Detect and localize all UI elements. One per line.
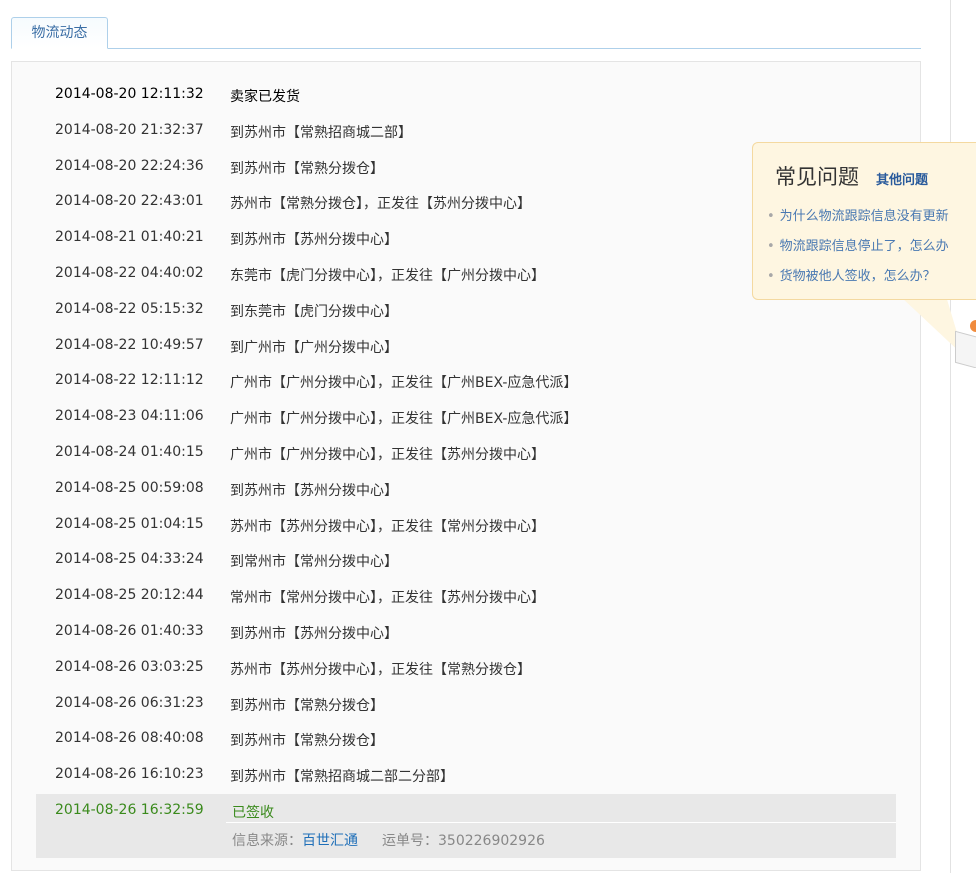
tracking-time: 2014-08-22 10:49:57 — [55, 336, 204, 353]
tracking-row: 2014-08-25 01:04:15 苏州市【苏州分拨中心】，正发往【常州分拨中… — [12, 507, 920, 543]
faq-list: • 为什么物流跟踪信息没有更新 • 物流跟踪信息停止了，怎么办 • 货物被他人签收，怎… — [767, 205, 949, 295]
tracking-time: 2014-08-22 04:40:02 — [55, 264, 204, 281]
signed-status: 已签收 — [232, 805, 274, 821]
tracking-desc: 到苏州市【常熟招商城二部二分部】 — [230, 769, 454, 786]
tracking-time: 2014-08-23 04:11:06 — [55, 408, 204, 425]
tracking-desc: 苏州市【苏州分拨中心】，正发往【常熟分拨仓】 — [230, 661, 531, 678]
bullet-icon: • — [767, 209, 775, 224]
tracking-desc: 到苏州市【苏州分拨中心】 — [230, 625, 398, 642]
tracking-desc: 常州市【常州分拨中心】，正发往【苏州分拨中心】 — [230, 590, 545, 607]
tracking-desc: 到常州市【常州分拨中心】 — [230, 554, 398, 571]
signed-time: 2014-08-26 16:32:59 — [55, 802, 204, 818]
tracking-time: 2014-08-26 06:31:23 — [55, 694, 204, 711]
waybill-number: 350226902926 — [438, 833, 545, 849]
tab-logistics[interactable]: 物流动态 — [11, 17, 108, 49]
tracking-desc: 到东莞市【虎门分拨中心】 — [230, 303, 398, 320]
bullet-icon: • — [767, 269, 775, 284]
tracking-row: 2014-08-25 00:59:08 到苏州市【苏州分拨中心】 — [12, 471, 920, 507]
tracking-time: 2014-08-25 00:59:08 — [55, 479, 204, 496]
mascot-icon — [955, 320, 976, 368]
faq-more-link[interactable]: 其他问题 — [876, 169, 928, 188]
tracking-row: 2014-08-26 03:03:25 苏州市【苏州分拨中心】，正发往【常熟分拨仓… — [12, 650, 920, 686]
tracking-row: 2014-08-23 04:11:06 广州市【广州分拨中心】，正发往【广州BEX… — [12, 399, 920, 435]
tracking-desc: 到苏州市【常熟分拨仓】 — [230, 160, 384, 177]
tracking-row: 2014-08-22 10:49:57 到广州市【广州分拨中心】 — [12, 328, 920, 364]
tracking-time: 2014-08-25 01:04:15 — [55, 515, 204, 532]
tracking-time: 2014-08-20 22:43:01 — [55, 193, 204, 210]
tracking-row: 2014-08-22 12:11:12 广州市【广州分拨中心】，正发往【广州BEX… — [12, 363, 920, 399]
tracking-desc: 苏州市【苏州分拨中心】，正发往【常州分拨中心】 — [230, 518, 545, 535]
tracking-desc: 到苏州市【常熟分拨仓】 — [230, 697, 384, 714]
tracking-time: 2014-08-20 21:32:37 — [55, 121, 204, 138]
tracking-time: 2014-08-24 01:40:15 — [55, 443, 204, 460]
tracking-desc: 东莞市【虎门分拨中心】，正发往【广州分拨中心】 — [230, 267, 545, 284]
tracking-time: 2014-08-26 08:40:08 — [55, 730, 204, 747]
tracking-row: 2014-08-26 06:31:23 到苏州市【常熟分拨仓】 — [12, 686, 920, 722]
signed-divider — [226, 822, 896, 823]
tracking-row: 2014-08-25 20:12:44 常州市【常州分拨中心】，正发往【苏州分拨中… — [12, 578, 920, 614]
tracking-time: 2014-08-25 04:33:24 — [55, 551, 204, 568]
tracking-row: 2014-08-25 04:33:24 到常州市【常州分拨中心】 — [12, 542, 920, 578]
source-label: 信息来源： — [232, 833, 302, 849]
waybill-label: 运单号： — [382, 833, 438, 849]
tracking-time: 2014-08-25 20:12:44 — [55, 587, 204, 604]
tracking-desc: 到苏州市【苏州分拨中心】 — [230, 232, 398, 249]
faq-item[interactable]: • 为什么物流跟踪信息没有更新 — [767, 205, 949, 235]
tracking-row: 2014-08-26 16:10:23 到苏州市【常熟招商城二部二分部】 — [12, 757, 920, 793]
tab-bar: 物流动态 — [11, 17, 921, 49]
bullet-icon: • — [767, 239, 775, 254]
signed-row: 2014-08-26 16:32:59 已签收 信息来源：百世汇通 运单号：350… — [36, 794, 896, 858]
tracking-row: 2014-08-26 08:40:08 到苏州市【常熟分拨仓】 — [12, 721, 920, 757]
tracking-time: 2014-08-26 01:40:33 — [55, 622, 204, 639]
tracking-time: 2014-08-20 12:11:32 — [55, 86, 204, 102]
tracking-desc: 广州市【广州分拨中心】，正发往【广州BEX-应急代派】 — [230, 411, 578, 428]
faq-box: 常见问题 其他问题 • 为什么物流跟踪信息没有更新 • 物流跟踪信息停止了，怎么办 … — [752, 142, 976, 300]
tracking-time: 2014-08-26 16:10:23 — [55, 766, 204, 783]
tracking-desc: 苏州市【常熟分拨仓】，正发往【苏州分拨中心】 — [230, 196, 531, 213]
tracking-desc: 到苏州市【苏州分拨中心】 — [230, 482, 398, 499]
tracking-time: 2014-08-21 01:40:21 — [55, 229, 204, 246]
tracking-desc: 广州市【广州分拨中心】，正发往【苏州分拨中心】 — [230, 446, 545, 463]
tracking-time: 2014-08-22 05:15:32 — [55, 300, 204, 317]
signed-meta: 信息来源：百世汇通 运单号：350226902926 — [232, 830, 545, 850]
tracking-desc: 到苏州市【常熟分拨仓】 — [230, 733, 384, 750]
tracking-time: 2014-08-26 03:03:25 — [55, 658, 204, 675]
faq-title: 常见问题 — [775, 165, 859, 189]
tracking-row: 2014-08-26 01:40:33 到苏州市【苏州分拨中心】 — [12, 614, 920, 650]
tracking-desc: 卖家已发货 — [230, 89, 300, 105]
tracking-row: 2014-08-24 01:40:15 广州市【广州分拨中心】，正发往【苏州分拨中… — [12, 435, 920, 471]
side-divider — [950, 0, 951, 873]
tracking-time: 2014-08-20 22:24:36 — [55, 157, 204, 174]
tracking-row: 2014-08-20 12:11:32 卖家已发货 — [12, 77, 920, 113]
tracking-desc: 广州市【广州分拨中心】，正发往【广州BEX-应急代派】 — [230, 375, 578, 392]
faq-item[interactable]: • 物流跟踪信息停止了，怎么办 — [767, 235, 949, 265]
faq-item[interactable]: • 货物被他人签收，怎么办？ — [767, 265, 949, 295]
source-link[interactable]: 百世汇通 — [302, 833, 358, 849]
tracking-desc: 到广州市【广州分拨中心】 — [230, 339, 398, 356]
tracking-desc: 到苏州市【常熟招商城二部】 — [230, 124, 412, 141]
tracking-time: 2014-08-22 12:11:12 — [55, 372, 204, 389]
